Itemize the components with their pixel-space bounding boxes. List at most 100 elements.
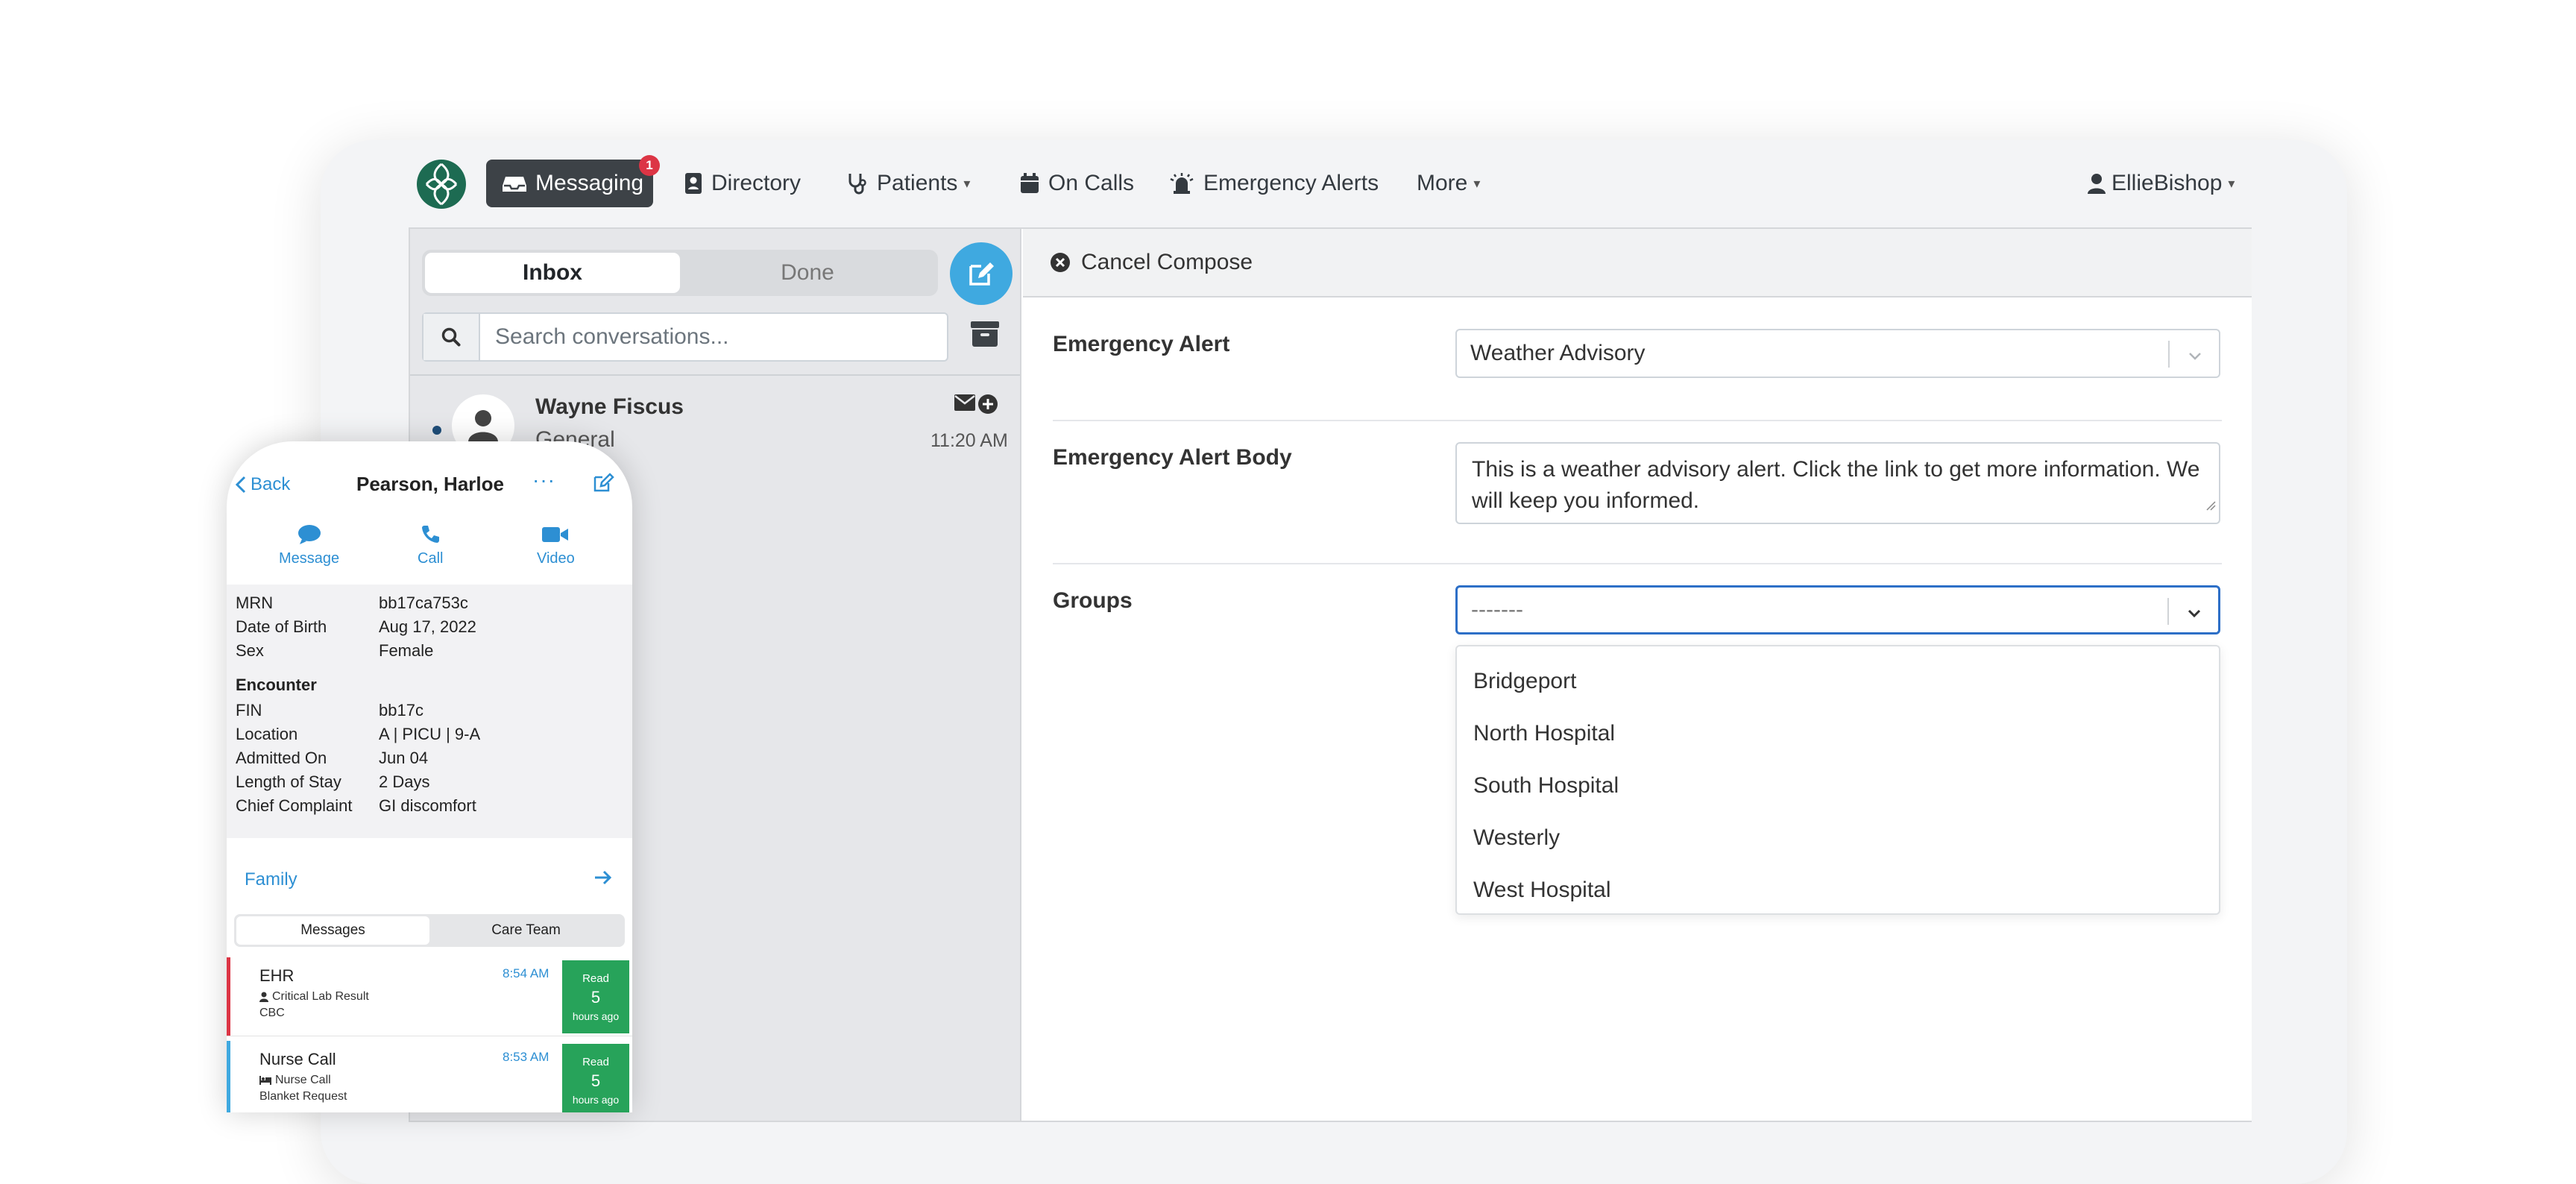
groups-dropdown-menu: Bridgeport North Hospital South Hospital… [1455,645,2220,915]
search-bar [422,312,948,362]
tab-care-team[interactable]: Care Team [429,916,623,945]
nav-more-label: More [1417,171,1468,195]
emergency-alert-select[interactable]: Weather Advisory [1455,329,2220,378]
resize-grip-icon[interactable] [2205,488,2216,520]
info-key: Sex [236,641,264,660]
message-subtitle-row: Critical Lab Result [259,990,369,1004]
nav-messaging[interactable]: Messaging [486,160,653,207]
compose-button[interactable] [950,242,1013,305]
bed-icon [259,1076,271,1085]
nav-directory[interactable]: Directory [684,160,801,207]
encounter-heading: Encounter [236,676,317,694]
arrow-right-icon[interactable] [593,869,613,889]
more-icon[interactable]: ··· [532,468,555,492]
groups-option[interactable]: Westerly [1457,812,2219,864]
message-action-label: Message [279,550,340,567]
patient-name: Pearson, Harloe [356,473,504,495]
unread-indicator [432,426,441,435]
emergency-alert-label: Emergency Alert [1053,332,1230,356]
envelope-icon [954,394,975,414]
inbox-icon [503,174,526,193]
info-value: Jun 04 [379,749,429,767]
video-action-label: Video [537,550,575,567]
edit-icon[interactable] [592,471,614,497]
message-action[interactable]: Message [279,523,339,567]
message-time: 8:53 AM [503,1050,549,1064]
nav-more[interactable]: More ▾ [1417,160,1480,207]
inbox-tabs: Inbox Done [422,250,938,296]
read-status: Read [582,972,609,985]
info-key: Admitted On [236,749,327,767]
form-divider [1053,563,2222,564]
cancel-compose-button[interactable]: Cancel Compose [1023,229,2252,297]
calendar-icon [1020,173,1039,194]
back-button[interactable]: Back [236,474,290,495]
message-title: EHR [259,966,295,985]
user-icon [2088,173,2106,194]
conversation-time: 11:20 AM [930,430,1008,451]
call-action-label: Call [418,550,444,567]
message-subtitle: Critical Lab Result [272,990,369,1003]
read-count: 5 [591,1071,601,1090]
search-input[interactable] [480,314,947,360]
read-status-badge: Read 5 hours ago [562,960,629,1033]
tab-done[interactable]: Done [680,253,935,293]
family-link[interactable]: Family [245,869,297,890]
nav-patients-label: Patients [877,171,958,195]
info-value: A | PICU | 9-A [379,725,481,743]
list-item[interactable]: EHR Critical Lab Result CBC 8:54 AM Read… [227,957,632,1036]
groups-value: ------- [1471,597,1523,622]
chat-bubble-icon [297,523,321,546]
info-value: 2 Days [379,772,430,791]
nav-on-calls[interactable]: On Calls [1020,160,1134,207]
nav-patients[interactable]: Patients ▾ [847,160,970,207]
groups-option[interactable]: West Hospital [1457,864,2219,916]
patient-info-panel: MRN bb17ca753c Date of Birth Aug 17, 202… [227,585,632,838]
nav-directory-label: Directory [711,171,802,195]
phone-icon [420,523,441,546]
alert-body-textarea[interactable]: This is a weather advisory alert. Click … [1455,442,2220,524]
back-label: Back [251,474,291,494]
info-key: Length of Stay [236,772,341,791]
groups-option[interactable]: Bridgeport [1457,655,2219,708]
tab-inbox[interactable]: Inbox [425,253,680,293]
chevron-down-icon [2185,602,2203,628]
nav-on-calls-label: On Calls [1048,171,1135,195]
message-title: Nurse Call [259,1050,336,1068]
mobile-app-preview: Back Pearson, Harloe ··· Message Call Vi… [227,441,632,1112]
stethoscope-icon [847,172,868,195]
archive-icon[interactable] [971,321,999,350]
groups-option[interactable]: North Hospital [1457,708,2219,760]
info-key: Location [236,725,298,743]
unread-count-badge: 1 [639,155,660,176]
call-action[interactable]: Call [418,523,443,567]
add-circle-icon [978,394,998,414]
alert-body-label: Emergency Alert Body [1053,445,1292,470]
caret-down-icon: ▾ [963,175,971,191]
read-status-badge: Read 5 hours ago [562,1044,629,1112]
select-separator [2168,341,2170,368]
info-key: Chief Complaint [236,796,353,815]
nav-emergency-alerts-label: Emergency Alerts [1203,171,1379,195]
message-subtitle-row: Nurse Call [259,1074,331,1087]
list-divider [410,374,1020,376]
nav-messaging-label: Messaging [535,171,644,195]
alert-body-text: This is a weather advisory alert. Click … [1472,457,2200,513]
list-item[interactable]: Nurse Call Nurse Call Blanket Request 8:… [227,1041,632,1112]
form-divider [1053,420,2222,421]
select-separator [2167,598,2169,625]
close-circle-icon [1050,252,1071,273]
video-action[interactable]: Video [537,523,575,567]
message-detail: Blanket Request [259,1090,347,1103]
nav-emergency-alerts[interactable]: Emergency Alerts [1169,160,1379,207]
tab-messages[interactable]: Messages [236,916,429,945]
caret-down-icon: ▾ [2228,175,2235,191]
read-status: Read [582,1055,609,1068]
read-count: 5 [591,987,601,1007]
groups-select[interactable]: ------- [1455,585,2220,634]
groups-option[interactable]: South Hospital [1457,760,2219,812]
address-book-icon [684,172,702,195]
user-menu[interactable]: EllieBishop ▾ [2088,160,2235,207]
app-logo[interactable] [416,157,467,212]
siren-icon [1169,173,1194,194]
